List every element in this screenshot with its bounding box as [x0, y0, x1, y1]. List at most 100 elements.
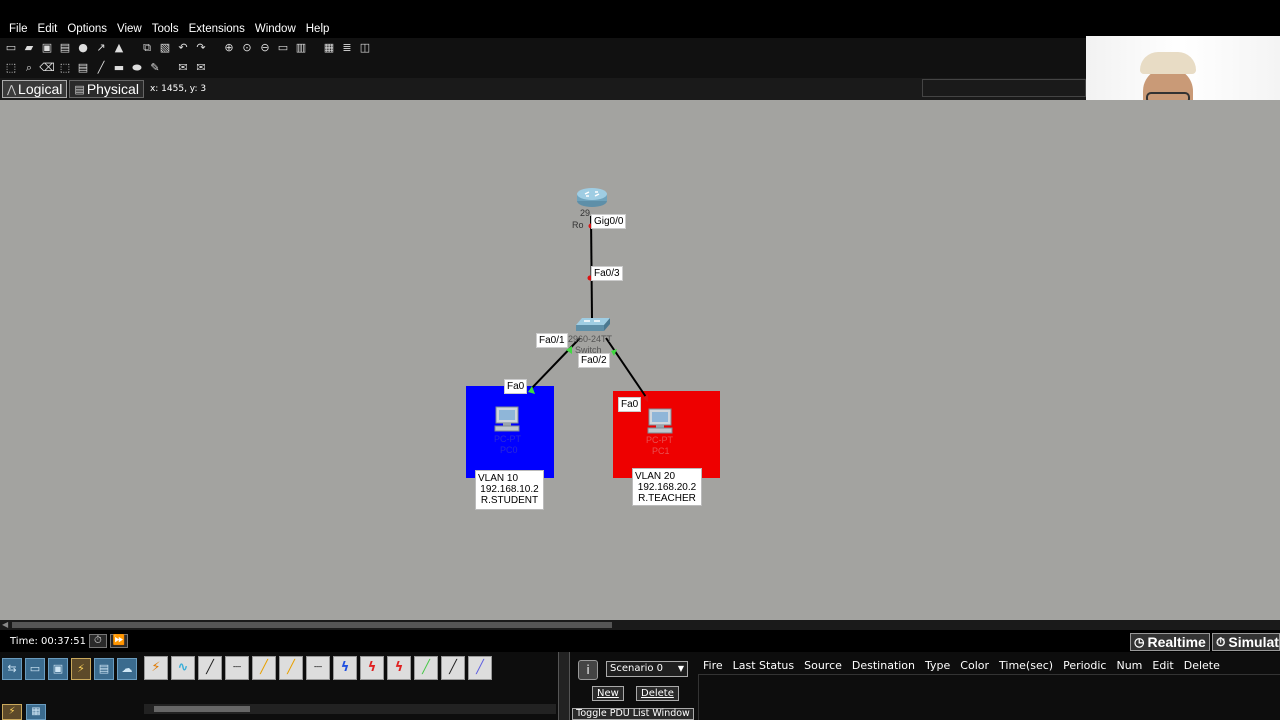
topology-links [528, 215, 648, 402]
scrollbar-thumb[interactable] [12, 622, 612, 628]
copy-icon[interactable]: ⧉ [140, 41, 154, 55]
zoom-reset-icon[interactable]: ⊙ [240, 41, 254, 55]
col-color[interactable]: Color [955, 659, 994, 672]
delete-scenario-button[interactable]: Delete [636, 686, 679, 701]
coaxial-icon[interactable]: ┈ [306, 656, 330, 680]
col-num[interactable]: Num [1111, 659, 1147, 672]
wizard-icon[interactable]: ↗ [94, 41, 108, 55]
tab-logical[interactable]: ⋀ Logical [2, 80, 68, 98]
device-panel-scrollbar[interactable] [144, 704, 556, 714]
wireless-icon[interactable]: ╱ [468, 656, 492, 680]
ellipse-icon[interactable]: ⬬ [130, 61, 144, 75]
logical-workspace[interactable]: 29 Ro 2960-24TT Switch PC-PT PC0 PC-PT P… [0, 100, 1280, 620]
crossover-icon[interactable]: ┈ [225, 656, 249, 680]
col-last-status[interactable]: Last Status [728, 659, 799, 672]
fast-forward-icon[interactable]: ⏩ [109, 634, 128, 648]
panel-divider[interactable] [558, 652, 570, 720]
col-delete[interactable]: Delete [1179, 659, 1225, 672]
col-time[interactable]: Time(sec) [994, 659, 1058, 672]
vlan20-note-line3: R.TEACHER [638, 493, 696, 504]
straight-through-icon[interactable]: ╱ [198, 656, 222, 680]
subcategory-connections-icon[interactable]: ⚡ [2, 704, 22, 720]
info-icon[interactable]: ● [76, 41, 90, 55]
octal-cable-icon[interactable]: ϟ [387, 656, 411, 680]
new-file-icon[interactable]: ▭ [4, 41, 18, 55]
port-label-pc0-fa0: Fa0 [504, 379, 528, 394]
viewport-icon[interactable]: ≣ [340, 41, 354, 55]
rectangle-icon[interactable]: ▬ [112, 61, 126, 75]
paste-icon[interactable]: ▧ [158, 41, 172, 55]
power-cycle-icon[interactable]: ⏱ [88, 634, 107, 648]
open-icon[interactable]: ▰ [22, 41, 36, 55]
misc-icon[interactable]: ▤ [94, 658, 114, 680]
col-destination[interactable]: Destination [847, 659, 920, 672]
tab-realtime[interactable]: ◷ Realtime [1130, 633, 1210, 651]
menu-view[interactable]: View [112, 20, 147, 38]
vlan20-note[interactable]: VLAN 20 192.168.20.2 R.TEACHER [632, 468, 702, 506]
console-cable-icon[interactable]: ∿ [171, 656, 195, 680]
components-icon[interactable]: ▣ [48, 658, 68, 680]
workspace-tabs: ⋀ Logical ▤ Physical x: 1455, y: 3 [0, 78, 1086, 100]
zoom-in-icon[interactable]: ⊕ [222, 41, 236, 55]
subcategory-grid-icon[interactable]: ▦ [26, 704, 46, 720]
undo-icon[interactable]: ↶ [176, 41, 190, 55]
iot-custom-cable-icon[interactable]: ╱ [414, 656, 438, 680]
ipc-icon[interactable]: ▦ [322, 41, 336, 55]
col-source[interactable]: Source [799, 659, 847, 672]
line-icon[interactable]: ╱ [94, 61, 108, 75]
connections-icon[interactable]: ⚡ [71, 658, 91, 680]
print-icon[interactable]: ▤ [58, 41, 72, 55]
menu-extensions[interactable]: Extensions [184, 20, 250, 38]
menu-window[interactable]: Window [250, 20, 301, 38]
automatic-connection-icon[interactable]: ⚡ [144, 656, 168, 680]
tab-simulation[interactable]: ⏱ Simulati [1212, 633, 1280, 651]
serial-dte-icon[interactable]: ϟ [360, 656, 384, 680]
end-devices-icon[interactable]: ▭ [25, 658, 45, 680]
fiber-icon[interactable]: ╱ [252, 656, 276, 680]
menu-options[interactable]: Options [62, 20, 112, 38]
drawing-palette-icon[interactable]: ▭ [276, 41, 290, 55]
menu-file[interactable]: File [4, 20, 33, 38]
new-scenario-button[interactable]: New [592, 686, 624, 701]
vlan20-note-line1: VLAN 20 [635, 471, 676, 482]
toggle-pdu-list-button[interactable]: Toggle PDU List Window [572, 708, 694, 720]
cluster-icon[interactable]: ◫ [358, 41, 372, 55]
resize-icon[interactable]: ⬚ [58, 61, 72, 75]
phone-cable-icon[interactable]: ╱ [279, 656, 303, 680]
save-icon[interactable]: ▣ [40, 41, 54, 55]
menu-help[interactable]: Help [301, 20, 335, 38]
pdu-list[interactable] [698, 674, 1280, 720]
device-scrollbar-thumb[interactable] [154, 706, 250, 712]
select-icon[interactable]: ⬚ [4, 61, 18, 75]
redo-icon[interactable]: ↷ [194, 41, 208, 55]
workspace-scrollbar[interactable]: ◀ [0, 620, 1280, 630]
info-icon-button[interactable]: i [578, 660, 598, 680]
pc1-icon[interactable] [645, 408, 675, 434]
inspect-icon[interactable]: ⌕ [22, 61, 36, 75]
activity-wizard-icon[interactable]: ▲ [112, 41, 126, 55]
add-complex-pdu-icon[interactable]: ✉ [194, 61, 208, 75]
menu-tools[interactable]: Tools [147, 20, 184, 38]
vlan10-note[interactable]: VLAN 10 192.168.10.2 R.STUDENT [475, 470, 544, 510]
pc0-icon[interactable] [492, 406, 522, 432]
col-fire[interactable]: Fire [698, 659, 728, 672]
switch-icon[interactable] [576, 316, 610, 332]
serial-dce-icon[interactable]: ϟ [333, 656, 357, 680]
router-icon[interactable] [576, 186, 608, 208]
scroll-left-icon[interactable]: ◀ [2, 620, 8, 629]
scenario-select[interactable]: Scenario 0 ▼ [606, 661, 688, 677]
usb-cable-icon[interactable]: ╱ [441, 656, 465, 680]
delete-icon[interactable]: ⌫ [39, 61, 55, 75]
note-icon[interactable]: ▤ [76, 61, 90, 75]
tab-physical[interactable]: ▤ Physical [69, 80, 144, 98]
freeform-icon[interactable]: ✎ [148, 61, 162, 75]
custom-device-icon[interactable]: ▥ [294, 41, 308, 55]
network-devices-icon[interactable]: ⇆ [2, 658, 22, 680]
menu-edit[interactable]: Edit [33, 20, 63, 38]
zoom-out-icon[interactable]: ⊖ [258, 41, 272, 55]
col-type[interactable]: Type [920, 659, 955, 672]
multiuser-icon[interactable]: ☁ [117, 658, 137, 680]
col-periodic[interactable]: Periodic [1058, 659, 1111, 672]
col-edit[interactable]: Edit [1147, 659, 1178, 672]
add-simple-pdu-icon[interactable]: ✉ [176, 61, 190, 75]
